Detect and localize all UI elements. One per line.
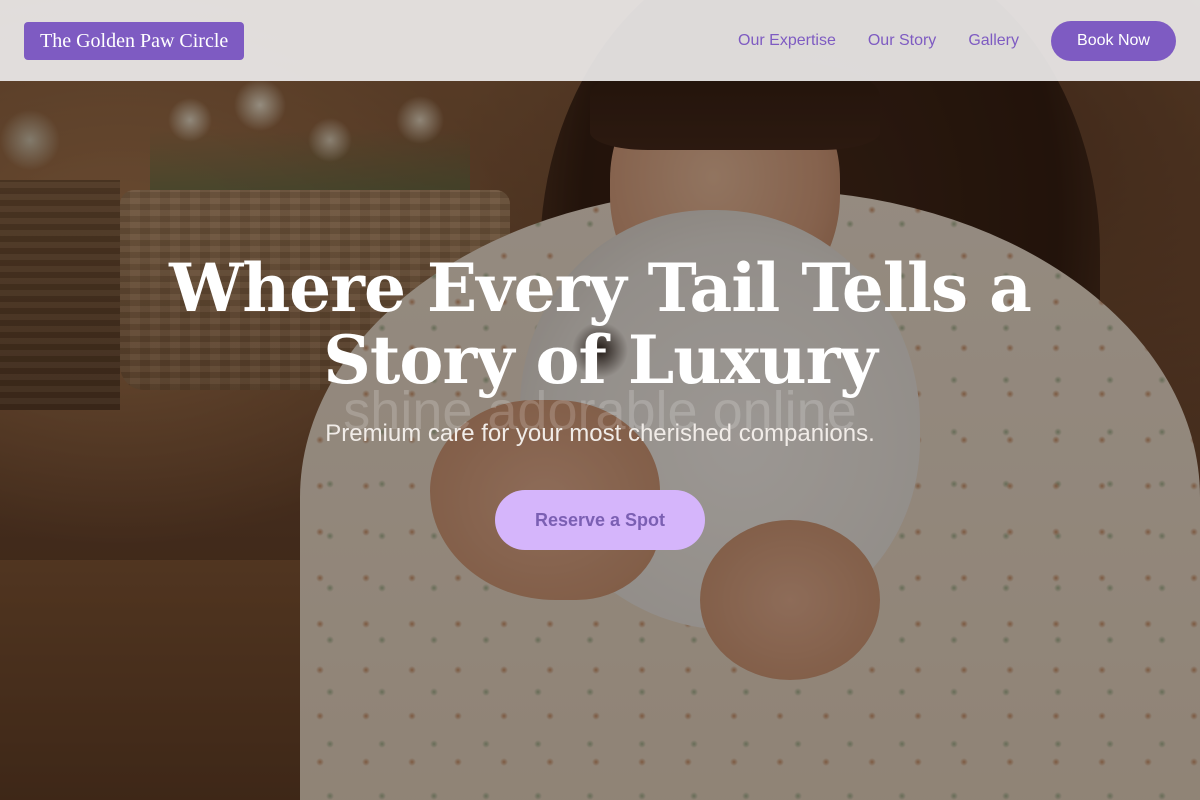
brand-logo[interactable]: The Golden Paw Circle [24, 21, 245, 60]
hero-section: Where Every Tail Tells a Story of Luxury… [0, 0, 1200, 800]
hero-headline: Where Every Tail Tells a Story of Luxury [169, 249, 1032, 399]
site-header: The Golden Paw Circle Our Expertise Our … [0, 0, 1200, 81]
book-now-button[interactable]: Book Now [1051, 20, 1176, 61]
nav-link-expertise[interactable]: Our Expertise [738, 32, 836, 50]
hero-subtitle: Premium care for your most cherished com… [325, 420, 875, 447]
nav-link-story[interactable]: Our Story [868, 32, 936, 50]
main-nav: Our Expertise Our Story Gallery Book Now [706, 20, 1176, 61]
reserve-spot-button[interactable]: Reserve a Spot [495, 490, 705, 550]
nav-link-gallery[interactable]: Gallery [968, 32, 1019, 50]
